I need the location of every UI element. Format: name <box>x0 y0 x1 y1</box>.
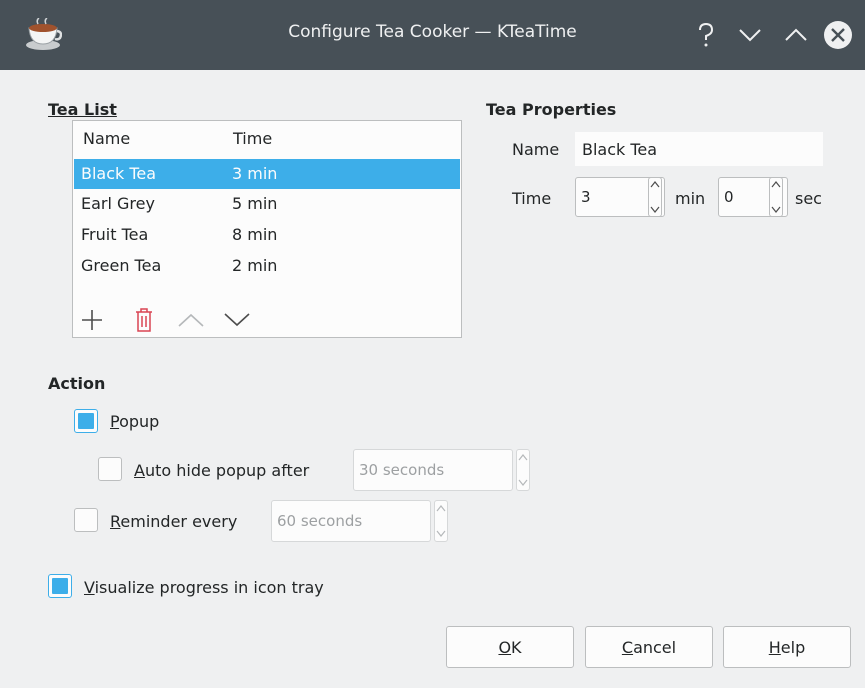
visualize-label[interactable]: Visualize progress in icon tray <box>84 578 324 597</box>
row-time: 8 min <box>232 225 278 244</box>
minutes-unit: min <box>675 189 706 208</box>
popup-checkbox[interactable] <box>74 409 98 433</box>
table-row[interactable]: Green Tea 2 min <box>74 251 460 281</box>
minimize-icon[interactable] <box>734 19 766 51</box>
list-header: Name Time <box>73 121 461 155</box>
row-name: Fruit Tea <box>81 225 149 244</box>
row-time: 2 min <box>232 256 278 275</box>
auto-hide-checkbox[interactable] <box>98 457 122 481</box>
tea-list-label: Tea List <box>48 100 117 119</box>
action-label: Action <box>48 374 106 393</box>
reminder-stepper <box>434 500 448 542</box>
auto-hide-spinbox <box>353 449 513 491</box>
cancel-button[interactable]: Cancel <box>585 626 713 668</box>
row-name: Earl Grey <box>81 194 155 213</box>
row-name: Black Tea <box>81 164 157 183</box>
tea-properties-label: Tea Properties <box>486 100 617 119</box>
auto-hide-stepper <box>516 449 530 491</box>
seconds-unit: sec <box>795 189 822 208</box>
auto-hide-input <box>355 451 505 489</box>
reminder-input <box>273 502 423 540</box>
table-row[interactable]: Black Tea 3 min <box>74 159 460 189</box>
row-time: 5 min <box>232 194 278 213</box>
column-header-name[interactable]: Name <box>83 129 130 148</box>
help-button[interactable]: Help <box>723 626 851 668</box>
tea-name-input[interactable] <box>575 132 823 166</box>
visualize-checkbox[interactable] <box>48 574 72 598</box>
help-context-icon[interactable] <box>690 19 722 51</box>
minutes-stepper[interactable] <box>648 177 662 217</box>
reminder-checkbox[interactable] <box>74 508 98 532</box>
reminder-label[interactable]: Reminder every <box>110 512 237 531</box>
minutes-input[interactable] <box>577 179 645 215</box>
title-bar: Configure Tea Cooker — KTeaTime <box>0 0 865 70</box>
ok-button[interactable]: OK <box>446 626 574 668</box>
reminder-spinbox <box>271 500 431 542</box>
row-time: 3 min <box>232 164 278 183</box>
delete-icon[interactable] <box>130 306 158 334</box>
table-row[interactable]: Earl Grey 5 min <box>74 189 460 219</box>
auto-hide-label[interactable]: Auto hide popup after <box>134 461 309 480</box>
close-icon[interactable] <box>822 19 854 51</box>
move-up-icon <box>177 306 205 334</box>
name-label: Name <box>512 140 560 159</box>
row-name: Green Tea <box>81 256 162 275</box>
add-icon[interactable] <box>78 306 106 334</box>
table-row[interactable]: Fruit Tea 8 min <box>74 220 460 250</box>
move-down-icon[interactable] <box>223 306 251 334</box>
seconds-stepper[interactable] <box>769 177 783 217</box>
time-label: Time <box>512 189 552 208</box>
column-header-time[interactable]: Time <box>233 129 272 148</box>
popup-label[interactable]: Popup <box>110 412 159 431</box>
dialog-body: Tea List Name Time Black Tea 3 min Earl … <box>0 70 865 688</box>
seconds-input[interactable] <box>720 179 770 215</box>
maximize-icon[interactable] <box>780 19 812 51</box>
